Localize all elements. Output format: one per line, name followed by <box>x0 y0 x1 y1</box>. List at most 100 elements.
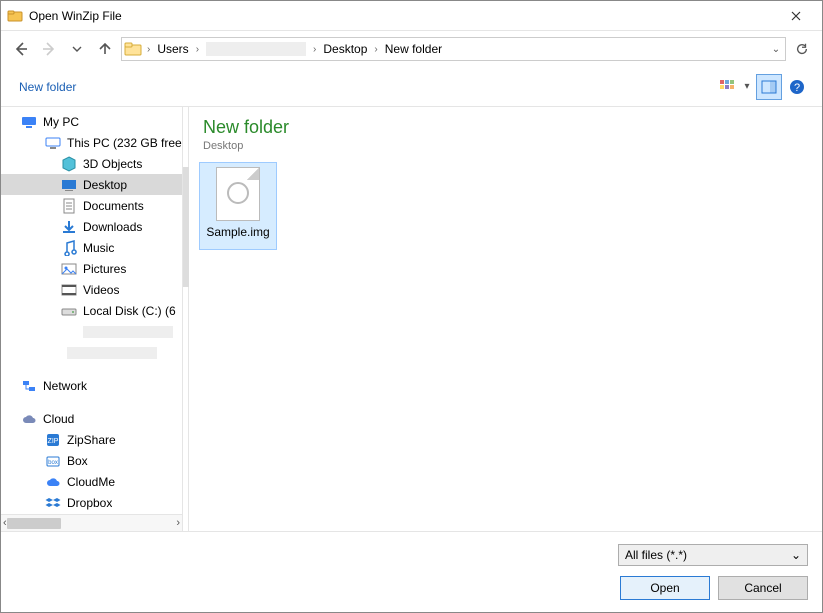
tree-item-downloads[interactable]: Downloads <box>1 216 182 237</box>
file-thumbnail <box>216 167 260 221</box>
dialog-body: My PC This PC (232 GB free 3D Objects De… <box>1 107 822 531</box>
chevron-down-icon: ⌄ <box>791 548 801 562</box>
download-icon <box>61 219 77 235</box>
tree-item-3dobjects[interactable]: 3D Objects <box>1 153 182 174</box>
location-heading: New folder Desktop <box>189 107 822 156</box>
desktop-icon <box>61 177 77 193</box>
tree-label: ZipShare <box>67 433 116 447</box>
drive-icon <box>61 324 77 340</box>
file-type-filter-label: All files (*.*) <box>625 548 687 562</box>
tree-label: Music <box>83 241 114 255</box>
tree-label: Documents <box>83 199 144 213</box>
tree-item-pictures[interactable]: Pictures <box>1 258 182 279</box>
file-type-filter[interactable]: All files (*.*) ⌄ <box>618 544 808 566</box>
tree-item-mypc[interactable]: My PC <box>1 111 182 132</box>
forward-button[interactable] <box>37 37 61 61</box>
scrollbar-thumb[interactable] <box>183 167 189 287</box>
tree-item-desktop[interactable]: Desktop <box>1 174 182 195</box>
dialog-footer: All files (*.*) ⌄ Open Cancel <box>1 531 822 612</box>
zipshare-icon: ZIP <box>45 432 61 448</box>
new-folder-button[interactable]: New folder <box>13 74 82 100</box>
monitor-icon <box>45 135 61 151</box>
view-options-dropdown[interactable]: ▾ <box>740 81 754 92</box>
recent-locations-button[interactable] <box>65 37 89 61</box>
file-name: Sample.img <box>204 225 271 239</box>
close-button[interactable] <box>776 1 816 31</box>
window-title: Open WinZip File <box>29 9 122 23</box>
file-item[interactable]: Sample.img <box>199 162 277 250</box>
tree-item-network[interactable]: Network <box>1 375 182 396</box>
svg-text:?: ? <box>794 82 800 94</box>
address-bar[interactable]: › Users › › Desktop › New folder ⌄ <box>121 37 786 61</box>
tree-label: Box <box>67 454 88 468</box>
navigation-pane: My PC This PC (232 GB free 3D Objects De… <box>1 107 183 531</box>
view-options-button[interactable] <box>714 74 740 100</box>
svg-text:box: box <box>48 460 58 466</box>
folder-subtitle: Desktop <box>203 140 808 152</box>
splitter[interactable] <box>183 107 189 531</box>
tree-item-redacted[interactable]: x <box>1 321 182 342</box>
chevron-right-icon: › <box>310 44 319 55</box>
tree-item-zipshare[interactable]: ZIP ZipShare <box>1 429 182 450</box>
breadcrumb-segment[interactable] <box>202 38 310 60</box>
tree-label: 3D Objects <box>83 157 142 171</box>
tree-item-localdisk[interactable]: Local Disk (C:) (6 <box>1 300 182 321</box>
tree-label: Cloud <box>43 412 74 426</box>
horizontal-scrollbar[interactable]: ‹ › <box>1 514 182 531</box>
arrow-up-icon <box>97 41 113 57</box>
redacted-text: x <box>83 326 173 338</box>
chevron-right-icon: › <box>193 44 202 55</box>
arrow-left-icon <box>13 41 29 57</box>
svg-text:ZIP: ZIP <box>48 438 59 445</box>
chevron-down-icon <box>72 44 82 54</box>
tree-label: Videos <box>83 283 119 297</box>
breadcrumb-segment[interactable]: New folder <box>381 38 446 60</box>
cloudme-icon <box>45 474 61 490</box>
arrow-right-icon <box>41 41 57 57</box>
tree: My PC This PC (232 GB free 3D Objects De… <box>1 107 182 514</box>
tree-item-cloudme[interactable]: CloudMe <box>1 471 182 492</box>
button-row: Open Cancel <box>620 576 808 600</box>
help-icon: ? <box>789 79 805 95</box>
command-bar: New folder ▾ ? <box>1 67 822 107</box>
open-button[interactable]: Open <box>620 576 710 600</box>
content-pane: New folder Desktop Sample.img <box>189 107 822 531</box>
breadcrumb-segment[interactable]: Users <box>153 38 192 60</box>
file-list[interactable]: Sample.img <box>189 156 822 531</box>
tree-item-music[interactable]: Music <box>1 237 182 258</box>
tree-item-cloud[interactable]: Cloud <box>1 408 182 429</box>
folder-title: New folder <box>203 117 808 138</box>
box-icon: box <box>45 453 61 469</box>
tree-item-box[interactable]: box Box <box>1 450 182 471</box>
help-button[interactable]: ? <box>784 74 810 100</box>
cube-icon <box>61 156 77 172</box>
cancel-button[interactable]: Cancel <box>718 576 808 600</box>
videos-icon <box>61 282 77 298</box>
file-open-dialog: Open WinZip File › Users › › Deskt <box>0 0 823 613</box>
computer-icon <box>21 114 37 130</box>
back-button[interactable] <box>9 37 33 61</box>
cloud-icon <box>21 411 37 427</box>
scroll-right-icon[interactable]: › <box>176 517 180 529</box>
tree-label: Downloads <box>83 220 142 234</box>
refresh-icon <box>795 42 809 56</box>
preview-pane-toggle[interactable] <box>756 74 782 100</box>
scrollbar-thumb[interactable] <box>7 518 61 529</box>
tree-item-thispc[interactable]: This PC (232 GB free <box>1 132 182 153</box>
pictures-icon <box>61 261 77 277</box>
tree-item-dropbox[interactable]: Dropbox <box>1 492 182 513</box>
breadcrumb-segment[interactable]: Desktop <box>319 38 371 60</box>
refresh-button[interactable] <box>790 37 814 61</box>
music-icon <box>61 240 77 256</box>
preview-pane-icon <box>761 79 777 95</box>
nav-row: › Users › › Desktop › New folder ⌄ <box>1 31 822 67</box>
close-icon <box>791 11 801 21</box>
chevron-right-icon: › <box>371 44 380 55</box>
tree-item-documents[interactable]: Documents <box>1 195 182 216</box>
titlebar: Open WinZip File <box>1 1 822 31</box>
tree-label: This PC (232 GB free <box>67 136 182 150</box>
up-button[interactable] <box>93 37 117 61</box>
tree-item-redacted[interactable]: x <box>1 342 182 363</box>
tree-item-videos[interactable]: Videos <box>1 279 182 300</box>
address-dropdown[interactable]: ⌄ <box>767 44 785 55</box>
